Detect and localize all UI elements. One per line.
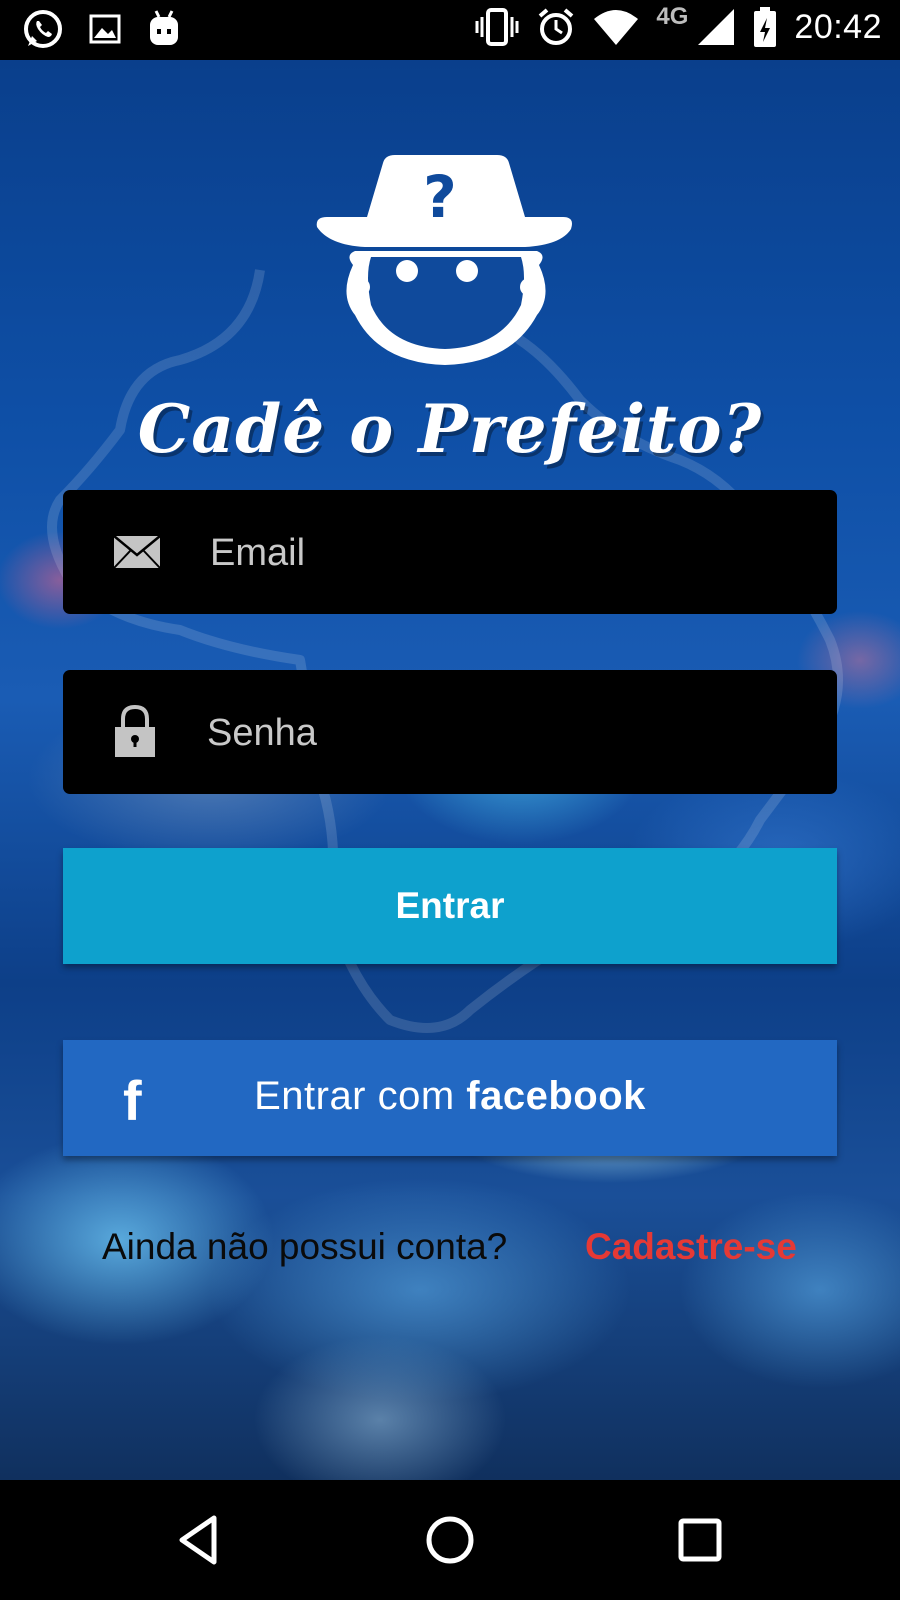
battery-icon [754, 7, 777, 47]
password-input[interactable] [205, 670, 809, 796]
detective-logo: ? [316, 155, 572, 365]
navigation-bar [0, 1480, 900, 1600]
signup-link[interactable]: Cadastre-se [585, 1226, 797, 1268]
vibrate-icon [475, 8, 519, 46]
facebook-button-label: Entrar com facebook [63, 1074, 837, 1119]
signal-icon [698, 9, 735, 45]
svg-text:?: ? [423, 163, 457, 231]
android-icon [150, 10, 178, 45]
lock-icon [115, 705, 155, 757]
back-button[interactable] [168, 1508, 232, 1572]
facebook-login-button[interactable]: f Entrar com facebook [63, 1040, 837, 1156]
wifi-icon [594, 10, 639, 45]
facebook-brand: facebook [466, 1074, 646, 1118]
recents-icon [678, 1518, 722, 1562]
password-field[interactable] [63, 670, 837, 796]
clock: 20:42 [794, 7, 882, 46]
email-input[interactable] [208, 490, 812, 616]
mail-icon [113, 535, 161, 569]
network-type: 4G [656, 3, 689, 30]
app-title: Cadê o Prefeito? [137, 390, 763, 468]
alarm-icon [539, 8, 574, 45]
whatsapp-icon [24, 10, 62, 48]
image-icon [89, 14, 121, 44]
back-icon [179, 1515, 217, 1565]
status-bar: 4G 20:42 [0, 0, 900, 60]
signup-row: Ainda não possui conta? Cadastre-se [0, 1218, 900, 1278]
home-button[interactable] [418, 1508, 482, 1572]
facebook-prefix: Entrar com [254, 1074, 467, 1118]
login-button[interactable]: Entrar [63, 848, 837, 964]
home-icon [426, 1516, 474, 1564]
signup-question: Ainda não possui conta? [102, 1226, 508, 1267]
recents-button[interactable] [668, 1508, 732, 1572]
email-field[interactable] [63, 490, 837, 616]
